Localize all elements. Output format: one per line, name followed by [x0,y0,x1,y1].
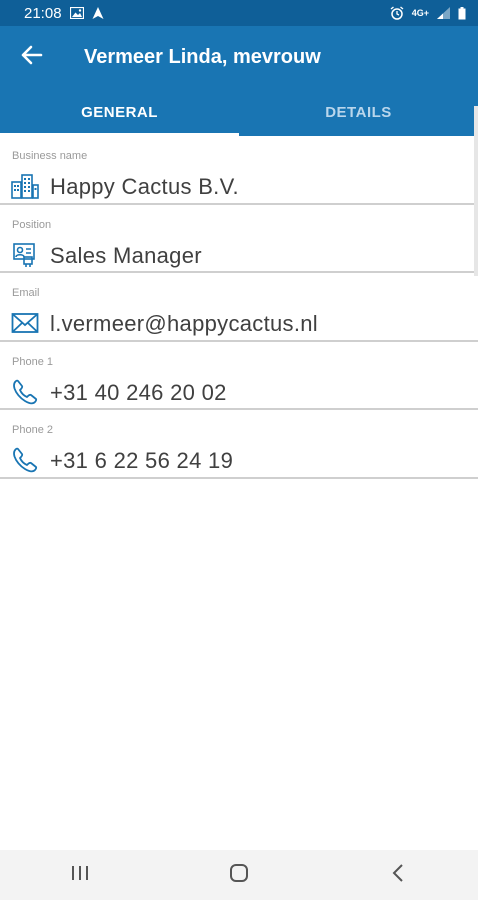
email-field[interactable]: Email l.vermeer@happycactus.nl [0,273,478,342]
business-name-field[interactable]: Business name Happy Cactus B.V. [0,136,478,205]
buildings-icon [11,172,39,200]
alarm-icon [390,6,404,20]
back-chevron-icon [392,863,404,887]
phone-1-field[interactable]: Phone 1 +31 40 246 20 02 [0,342,478,410]
contact-fields-list: Business name Happy Cactus B.V. Position… [0,136,478,479]
system-nav-bar [0,850,478,900]
home-button[interactable] [209,850,269,900]
business-name-value: Happy Cactus B.V. [50,174,239,199]
tab-general[interactable]: GENERAL [0,88,239,136]
tab-details[interactable]: DETAILS [239,88,478,136]
id-badge-icon [11,241,39,269]
tab-bar: GENERAL DETAILS [0,88,478,136]
app-bar: Vermeer Linda, mevrouw [0,26,478,88]
phone-icon [11,446,39,474]
network-type-label: 4G+ [411,8,429,18]
position-value: Sales Manager [50,242,202,268]
envelope-icon [11,309,39,337]
signal-icon [437,7,450,19]
navigation-arrow-icon [92,6,104,20]
home-icon [229,863,249,888]
recent-apps-button[interactable] [50,850,110,900]
phone-2-field[interactable]: Phone 2 +31 6 22 56 24 19 [0,410,478,479]
image-notification-icon [69,7,84,19]
field-label: Phone 1 [12,355,53,368]
system-back-button[interactable] [368,850,428,900]
phone-1-value: +31 40 246 20 02 [50,379,227,405]
status-time: 21:08 [24,4,62,22]
field-label: Position [12,218,52,231]
page-title: Vermeer Linda, mevrouw [84,45,321,68]
arrow-left-icon [21,45,43,70]
phone-2-value: +31 6 22 56 24 19 [50,448,234,473]
battery-icon [458,6,466,20]
field-label: Email [12,287,40,299]
phone-icon [11,378,39,406]
field-label: Phone 2 [12,424,53,436]
back-button[interactable] [0,26,64,88]
recent-apps-icon [70,865,90,886]
status-bar: 21:08 4G+ [0,0,478,26]
scroll-indicator[interactable] [474,106,478,276]
field-label: Business name [12,150,88,162]
position-field[interactable]: Position Sales Manager [0,205,478,273]
email-value: l.vermeer@happycactus.nl [50,311,318,336]
